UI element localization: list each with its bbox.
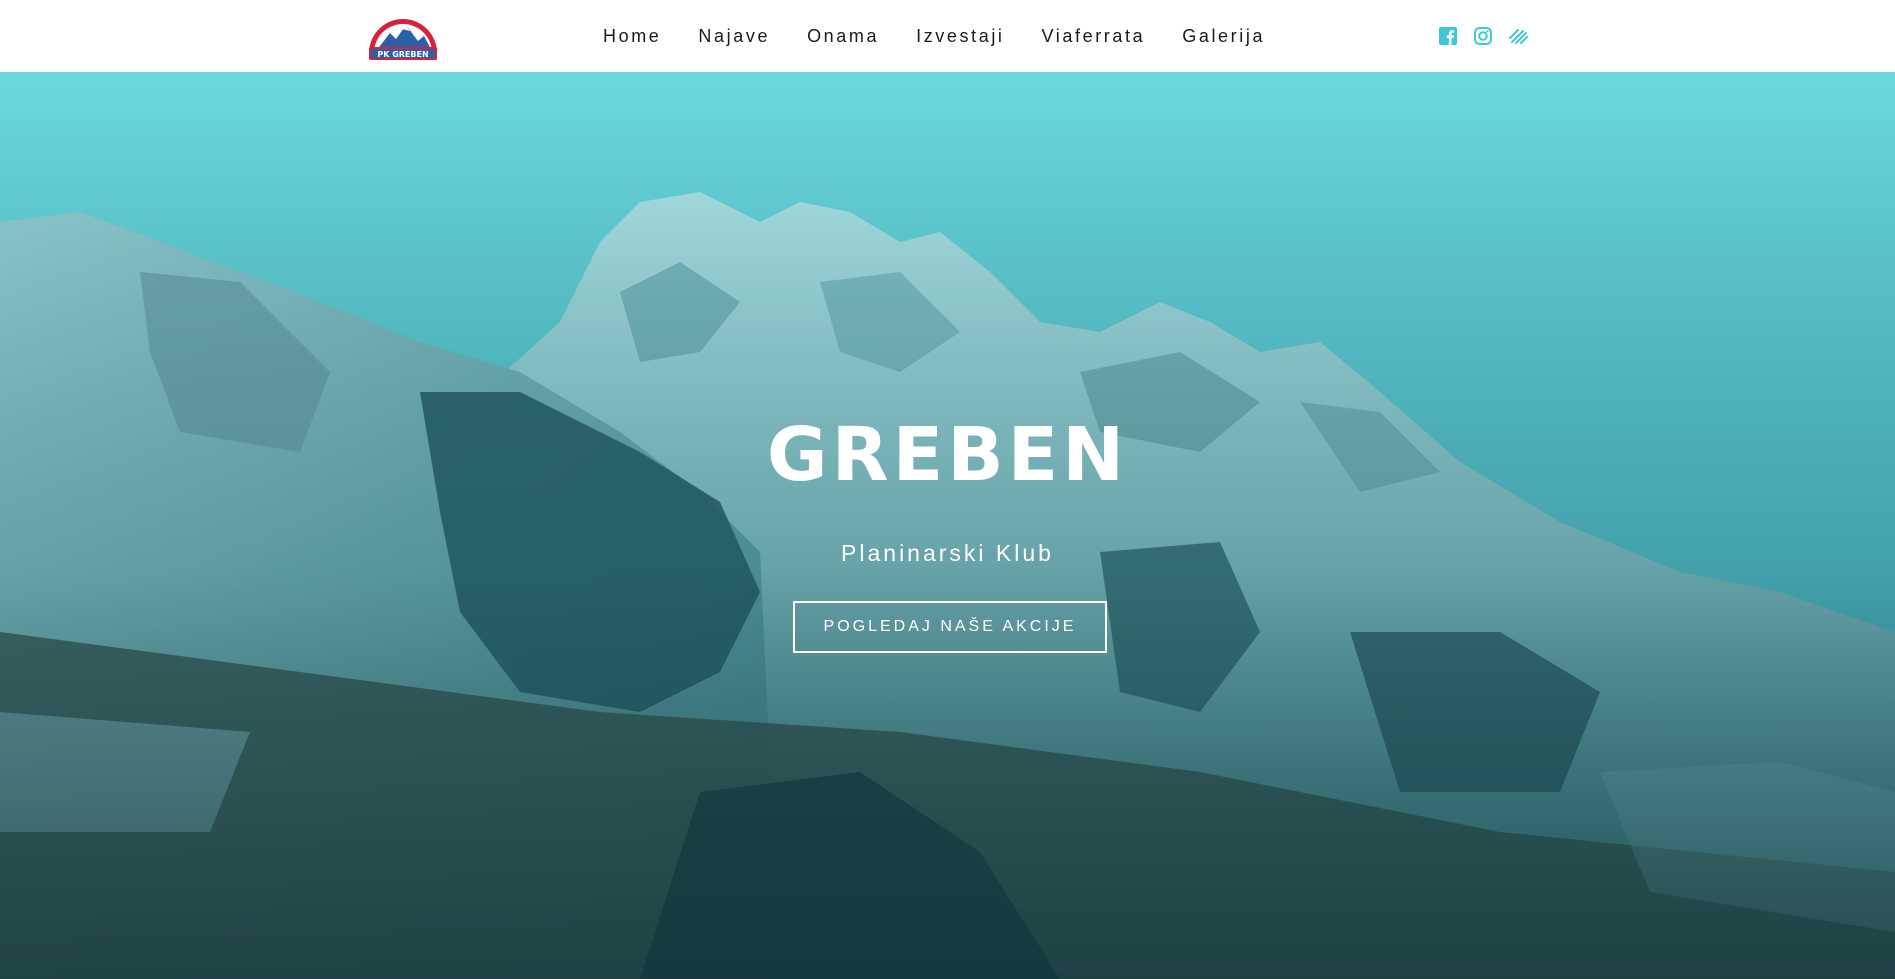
nav-onama[interactable]: Onama <box>807 24 879 48</box>
hero-title: GREBEN <box>766 412 1129 498</box>
site-header: PK GREBEN Home Najave Onama Izvestaji Vi… <box>0 0 1895 72</box>
club-logo[interactable]: PK GREBEN <box>366 11 440 61</box>
strava-icon[interactable] <box>1508 26 1529 47</box>
nav-viaferrata[interactable]: Viaferrata <box>1042 24 1146 48</box>
hero-section: GREBEN Planinarski Klub POGLEDAJ NAŠE AK… <box>0 72 1895 979</box>
hero-mountain-image <box>0 72 1895 979</box>
instagram-icon[interactable] <box>1473 26 1494 47</box>
social-links <box>1438 26 1529 47</box>
main-nav: Home Najave Onama Izvestaji Viaferrata G… <box>603 24 1302 48</box>
nav-home[interactable]: Home <box>603 24 661 48</box>
facebook-icon[interactable] <box>1438 26 1459 47</box>
nav-galerija[interactable]: Galerija <box>1182 24 1265 48</box>
logo-text: PK GREBEN <box>377 50 428 59</box>
nav-izvestaji[interactable]: Izvestaji <box>916 24 1004 48</box>
view-actions-button[interactable]: POGLEDAJ NAŠE AKCIJE <box>793 601 1107 653</box>
nav-najave[interactable]: Najave <box>698 24 770 48</box>
hero-subtitle: Planinarski Klub <box>841 540 1054 566</box>
logo-badge: PK GREBEN <box>369 19 437 60</box>
